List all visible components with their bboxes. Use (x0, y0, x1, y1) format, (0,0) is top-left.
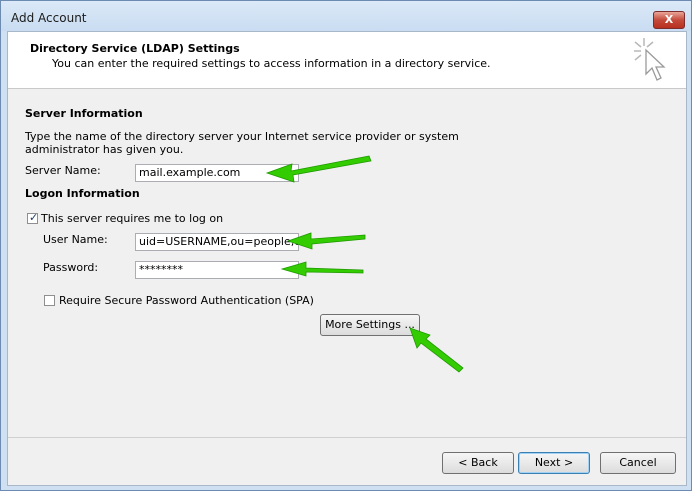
arrow-to-more-settings-icon (409, 327, 464, 373)
add-account-window: Add Account X Directory Service (LDAP) S… (0, 0, 692, 491)
arrow-to-server-name-icon (265, 155, 372, 183)
arrow-to-user-name-icon (286, 232, 366, 250)
annotation-arrows (265, 155, 464, 373)
arrow-to-password-icon (280, 261, 364, 277)
